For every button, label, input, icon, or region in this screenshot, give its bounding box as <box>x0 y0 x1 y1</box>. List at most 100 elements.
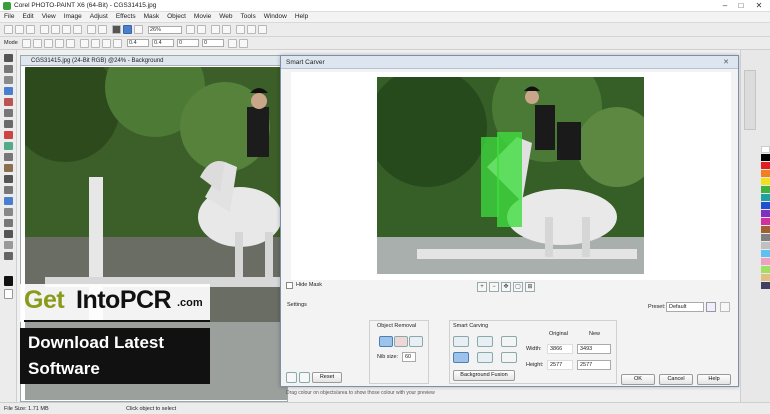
remove-brush-icon[interactable] <box>394 336 408 347</box>
import-icon[interactable] <box>112 25 121 34</box>
delete-preset-icon[interactable] <box>720 302 730 312</box>
object-picker-icon[interactable] <box>236 25 245 34</box>
zoom-fit-icon[interactable] <box>186 25 195 34</box>
mask-icon[interactable] <box>222 25 231 34</box>
magic-wand-icon[interactable] <box>4 87 13 95</box>
transform-icon[interactable] <box>80 39 89 48</box>
minimize-button[interactable]: – <box>718 1 732 11</box>
actual-size-icon[interactable]: ⊞ <box>525 282 535 292</box>
menu-help[interactable]: Help <box>291 12 312 20</box>
ok-button[interactable]: OK <box>621 374 655 385</box>
swatch[interactable] <box>761 282 770 289</box>
pick-tool-icon[interactable] <box>4 54 13 62</box>
open-icon[interactable] <box>15 25 24 34</box>
foreground-color-icon[interactable] <box>4 276 13 286</box>
swatch[interactable] <box>761 226 770 233</box>
menu-adjust[interactable]: Adjust <box>86 12 112 20</box>
cut-icon[interactable] <box>51 25 60 34</box>
zoom-in-icon[interactable]: + <box>477 282 487 292</box>
paste-icon[interactable] <box>73 25 82 34</box>
hide-mask-checkbox[interactable] <box>286 282 293 289</box>
protect-brush-icon[interactable] <box>379 336 393 347</box>
launch-icon[interactable] <box>134 25 143 34</box>
swatch[interactable] <box>761 218 770 225</box>
fill-tool-icon[interactable] <box>4 208 13 216</box>
swatch[interactable] <box>761 250 770 257</box>
smear-tool-icon[interactable] <box>4 241 13 249</box>
background-color-icon[interactable] <box>4 289 13 299</box>
cancel-button[interactable]: Cancel <box>659 374 693 385</box>
mask-tool-icon[interactable] <box>4 65 13 73</box>
maximize-button[interactable]: □ <box>734 1 748 11</box>
effect-tool-icon[interactable] <box>4 186 13 194</box>
swatch[interactable] <box>761 194 770 201</box>
snap-icon[interactable] <box>258 25 267 34</box>
swatch[interactable] <box>761 186 770 193</box>
menu-file[interactable]: File <box>0 12 18 20</box>
transparency-tool-icon[interactable] <box>4 219 13 227</box>
pan-icon[interactable] <box>197 25 206 34</box>
eyedropper-icon[interactable] <box>4 120 13 128</box>
zoom-tool-icon[interactable] <box>4 109 13 117</box>
mode-subtract-icon[interactable] <box>44 39 53 48</box>
menu-object[interactable]: Object <box>163 12 190 20</box>
expand-vertical-icon[interactable] <box>477 352 493 363</box>
width-new-input[interactable]: 3493 <box>577 344 611 354</box>
swatch[interactable] <box>761 146 770 153</box>
mode-intersect-icon[interactable] <box>55 39 64 48</box>
preset-select[interactable]: Default <box>666 302 704 312</box>
shrink-horizontal-icon[interactable] <box>453 336 469 347</box>
toggle-icon[interactable] <box>211 25 220 34</box>
align-icon[interactable] <box>228 39 237 48</box>
eraser-tool-icon[interactable] <box>4 197 13 205</box>
y-field[interactable]: 0.4 <box>152 39 174 47</box>
swatch[interactable] <box>761 154 770 161</box>
expand-horizontal-icon[interactable] <box>477 336 493 347</box>
zoom-out-icon[interactable]: − <box>489 282 499 292</box>
crop-tool-icon[interactable] <box>4 98 13 106</box>
marquee-icon[interactable] <box>247 25 256 34</box>
distribute-icon[interactable] <box>239 39 248 48</box>
export-icon[interactable] <box>123 25 132 34</box>
new-icon[interactable] <box>4 25 13 34</box>
copy-icon[interactable] <box>62 25 71 34</box>
swatch[interactable] <box>761 274 770 281</box>
height-new-input[interactable]: 2577 <box>577 360 611 370</box>
docker-tab[interactable] <box>744 70 756 130</box>
h-field[interactable]: 0 <box>202 39 224 47</box>
menu-window[interactable]: Window <box>260 12 291 20</box>
rotate-icon[interactable] <box>91 39 100 48</box>
menu-web[interactable]: Web <box>215 12 236 20</box>
lasso-tool-icon[interactable] <box>4 76 13 84</box>
paint-tool-icon[interactable] <box>4 175 13 183</box>
swatch[interactable] <box>761 170 770 177</box>
image-sprayer-icon[interactable] <box>4 230 13 238</box>
mode-normal-icon[interactable] <box>22 39 31 48</box>
preview-image[interactable] <box>377 77 644 274</box>
scale-icon[interactable] <box>102 39 111 48</box>
fit-icon[interactable]: ▢ <box>513 282 523 292</box>
swatch[interactable] <box>761 178 770 185</box>
menu-image[interactable]: Image <box>60 12 86 20</box>
redeye-tool-icon[interactable] <box>4 131 13 139</box>
rectangle-tool-icon[interactable] <box>4 164 13 172</box>
menu-view[interactable]: View <box>38 12 60 20</box>
w-field[interactable]: 0 <box>177 39 199 47</box>
mode-xor-icon[interactable] <box>66 39 75 48</box>
redo-icon[interactable] <box>98 25 107 34</box>
hand-tool-icon[interactable] <box>4 252 13 260</box>
shrink-vertical-icon[interactable] <box>453 352 469 363</box>
save-preset-icon[interactable] <box>706 302 716 312</box>
menu-mask[interactable]: Mask <box>140 12 164 20</box>
redo-icon[interactable] <box>299 372 310 383</box>
dialog-close-icon[interactable]: ✕ <box>720 58 732 67</box>
menu-movie[interactable]: Movie <box>190 12 215 20</box>
close-button[interactable]: ✕ <box>752 1 766 11</box>
undo-icon[interactable] <box>87 25 96 34</box>
print-icon[interactable] <box>40 25 49 34</box>
pan-icon[interactable]: ✥ <box>501 282 511 292</box>
undo-icon[interactable] <box>286 372 297 383</box>
menu-effects[interactable]: Effects <box>112 12 140 20</box>
swatch[interactable] <box>761 242 770 249</box>
swatch[interactable] <box>761 258 770 265</box>
